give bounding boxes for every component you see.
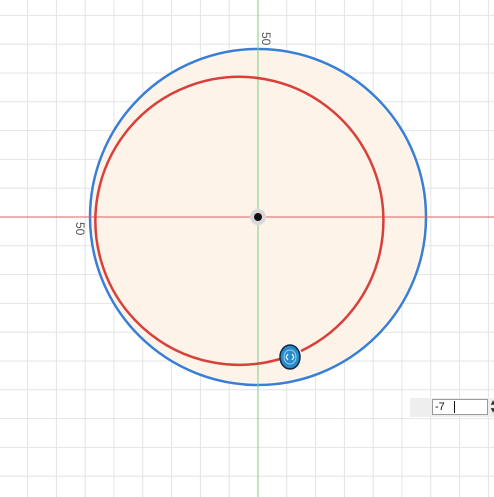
vertical-dimension-label[interactable]: 50 (259, 32, 273, 46)
dimension-value-input[interactable] (432, 399, 488, 415)
drag-handle[interactable] (279, 344, 301, 370)
dimension-input-box: ▲▼ (410, 398, 494, 417)
sketch-canvas[interactable]: 50 50 (0, 0, 494, 497)
spinner-icon[interactable]: ▲ ▼ (489, 399, 494, 415)
origin-point[interactable] (250, 209, 266, 225)
horizontal-dimension-label[interactable]: 50 (73, 222, 87, 236)
text-caret (454, 401, 455, 413)
